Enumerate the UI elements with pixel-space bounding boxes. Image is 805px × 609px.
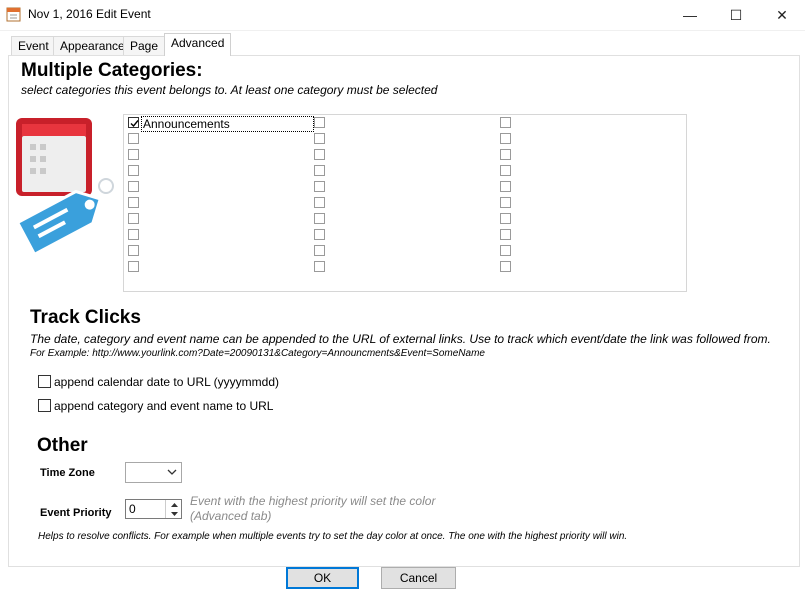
category-checkbox[interactable] (500, 213, 511, 224)
priority-hint-line2: (Advanced tab) (190, 509, 272, 523)
category-checkbox[interactable] (500, 197, 511, 208)
spin-up-button[interactable] (165, 500, 182, 509)
category-checkbox[interactable] (500, 117, 511, 128)
append-date-label[interactable]: append calendar date to URL (yyyymmdd) (54, 375, 279, 389)
category-checkbox[interactable] (500, 165, 511, 176)
category-checkbox[interactable] (314, 165, 325, 176)
categories-heading: Multiple Categories: (21, 60, 203, 81)
category-checkbox[interactable] (500, 245, 511, 256)
category-checkbox[interactable] (500, 133, 511, 144)
category-label-announcements[interactable]: Announcements (141, 116, 314, 132)
category-checkbox[interactable] (314, 197, 325, 208)
category-checkbox[interactable] (128, 213, 139, 224)
chevron-down-icon (167, 469, 177, 475)
category-checkbox[interactable] (500, 229, 511, 240)
track-clicks-example: For Example: http://www.yourlink.com?Dat… (30, 348, 485, 359)
category-list (123, 114, 687, 292)
category-checkbox[interactable] (128, 149, 139, 160)
conflict-note: Helps to resolve conflicts. For example … (38, 531, 628, 542)
category-checkbox[interactable] (128, 261, 139, 272)
ok-button[interactable]: OK (286, 567, 359, 589)
other-heading: Other (37, 435, 88, 456)
category-checkbox[interactable] (314, 245, 325, 256)
append-category-label[interactable]: append category and event name to URL (54, 399, 273, 413)
category-checkbox[interactable] (128, 181, 139, 192)
tab-advanced[interactable]: Advanced (164, 33, 232, 56)
tab-appearance[interactable]: Appearance (53, 36, 132, 56)
category-checkbox[interactable] (314, 229, 325, 240)
timezone-select[interactable] (125, 462, 182, 483)
track-clicks-heading: Track Clicks (30, 307, 141, 328)
append-category-checkbox[interactable] (38, 399, 51, 412)
priority-label: Event Priority (40, 507, 112, 519)
category-checkbox-announcements[interactable] (128, 117, 139, 128)
category-checkbox[interactable] (314, 133, 325, 144)
arrow-down-icon (170, 511, 178, 516)
append-date-checkbox[interactable] (38, 375, 51, 388)
timezone-label: Time Zone (40, 467, 95, 479)
track-clicks-description: The date, category and event name can be… (30, 332, 771, 346)
category-checkbox[interactable] (500, 149, 511, 160)
cancel-button[interactable]: Cancel (381, 567, 456, 589)
minimize-button[interactable]: — (667, 0, 713, 30)
category-checkbox[interactable] (128, 133, 139, 144)
category-checkbox[interactable] (314, 213, 325, 224)
priority-hint-line1: Event with the highest priority will set… (190, 494, 436, 508)
arrow-up-icon (170, 502, 178, 507)
tab-page[interactable]: Page (123, 36, 166, 56)
category-checkbox[interactable] (128, 165, 139, 176)
category-checkbox[interactable] (314, 149, 325, 160)
spin-down-button[interactable] (165, 509, 182, 518)
priority-value: 0 (129, 502, 136, 516)
calendar-tag-icon (15, 118, 114, 257)
maximize-button[interactable]: ☐ (713, 0, 759, 30)
priority-stepper[interactable]: 0 (125, 499, 182, 519)
category-checkbox[interactable] (314, 117, 325, 128)
categories-subtitle: select categories this event belongs to.… (21, 83, 438, 97)
category-checkbox[interactable] (500, 181, 511, 192)
category-checkbox[interactable] (500, 261, 511, 272)
checkmark-icon (130, 120, 139, 128)
category-checkbox[interactable] (128, 245, 139, 256)
category-checkbox[interactable] (128, 197, 139, 208)
tab-event[interactable]: Event (11, 36, 56, 56)
category-checkbox[interactable] (128, 229, 139, 240)
app-calendar-icon (6, 7, 21, 22)
category-checkbox[interactable] (314, 181, 325, 192)
close-button[interactable]: ✕ (759, 0, 805, 30)
window-title: Nov 1, 2016 Edit Event (28, 7, 151, 21)
category-checkbox[interactable] (314, 261, 325, 272)
